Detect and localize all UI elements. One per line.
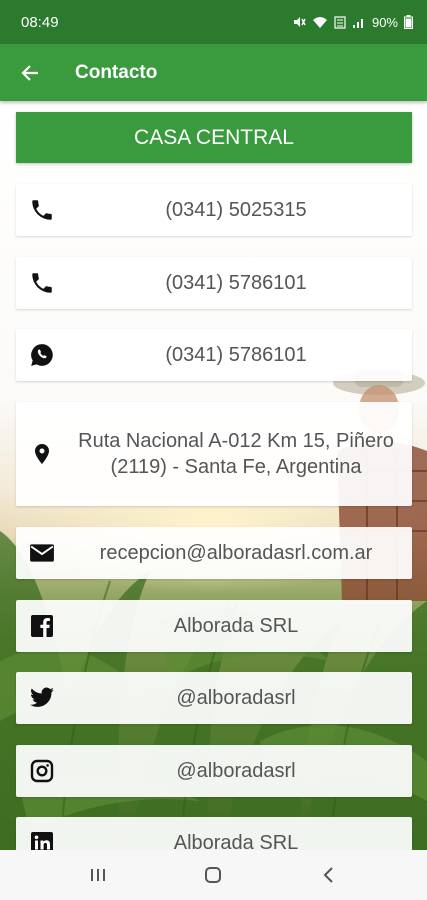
contact-address-text: Ruta Nacional A-012 Km 15, Piñero (2119)… [78, 430, 394, 478]
recent-apps-icon[interactable] [68, 855, 128, 895]
status-icons: 90% [292, 15, 413, 30]
mute-icon [292, 15, 306, 29]
contact-instagram-text: @alboradasrl [176, 760, 296, 782]
contact-phone-2-text: (0341) 5786101 [165, 272, 307, 294]
contact-email-text: recepcion@alboradasrl.com.ar [99, 542, 373, 564]
contact-instagram[interactable]: @alboradasrl [16, 745, 412, 797]
signal-icon [352, 16, 366, 29]
contact-twitter-text: @alboradasrl [176, 687, 296, 709]
instagram-icon [28, 757, 56, 785]
contact-whatsapp-text: (0341) 5786101 [165, 344, 307, 366]
wifi-icon [312, 16, 328, 29]
phone-icon [28, 269, 56, 297]
contact-phone-2[interactable]: (0341) 5786101 [16, 257, 412, 309]
home-icon[interactable] [183, 855, 243, 895]
location-pin-icon [28, 440, 56, 468]
linkedin-icon [28, 829, 56, 850]
contact-content[interactable]: CASA CENTRAL (0341) 5025315 (0341) 57861… [0, 101, 427, 850]
status-time: 08:49 [21, 13, 59, 31]
contact-linkedin-text: Alborada SRL [173, 832, 299, 850]
twitter-icon [28, 684, 56, 712]
contact-twitter[interactable]: @alboradasrl [16, 672, 412, 724]
lte-icon [334, 15, 346, 29]
back-icon[interactable] [299, 855, 359, 895]
system-nav-bar [0, 850, 427, 900]
battery-icon [404, 15, 413, 29]
battery-level: 90% [371, 14, 398, 30]
facebook-icon [28, 612, 56, 640]
casa-central-header: CASA CENTRAL [16, 112, 412, 163]
contact-linkedin[interactable]: Alborada SRL [16, 817, 412, 850]
status-bar: 08:49 90% [0, 0, 427, 44]
email-icon [28, 539, 56, 567]
contact-facebook[interactable]: Alborada SRL [16, 600, 412, 652]
contact-email[interactable]: recepcion@alboradasrl.com.ar [16, 527, 412, 579]
whatsapp-icon [28, 341, 56, 369]
contact-phone-1[interactable]: (0341) 5025315 [16, 184, 412, 236]
contact-whatsapp[interactable]: (0341) 5786101 [16, 329, 412, 381]
contact-facebook-text: Alborada SRL [173, 615, 299, 637]
app-toolbar: Contacto [0, 44, 427, 101]
phone-icon [28, 196, 56, 224]
page-title: Contacto [75, 61, 158, 83]
back-arrow-icon[interactable] [18, 61, 42, 85]
contact-phone-1-text: (0341) 5025315 [165, 199, 307, 221]
contact-address[interactable]: Ruta Nacional A-012 Km 15, Piñero (2119)… [16, 402, 412, 506]
